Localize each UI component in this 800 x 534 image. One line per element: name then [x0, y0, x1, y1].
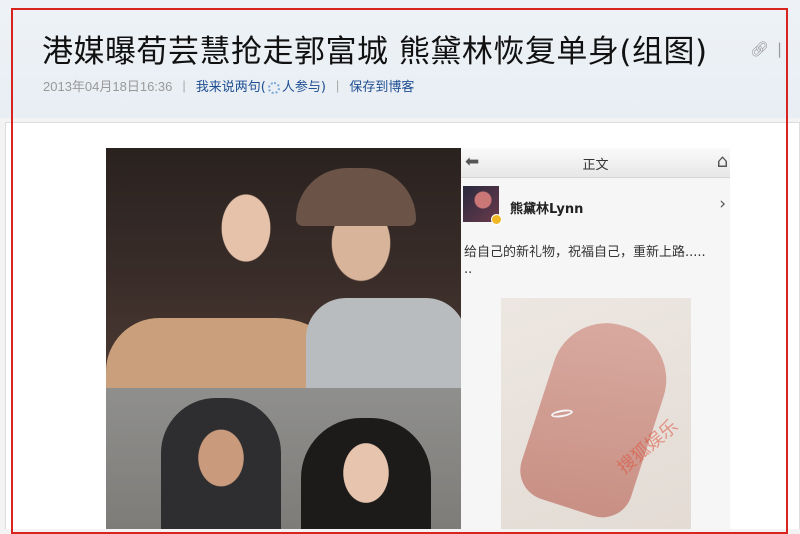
phone-bar-title: 正文 — [582, 158, 609, 173]
ring-photo — [501, 298, 691, 529]
profile-row: 熊黛林Lynn › — [461, 184, 730, 228]
photo-detail — [306, 298, 461, 388]
article-meta: 2013年04月18日16:36 | 我来说两句( 人参与) | 保存到博客 — [43, 76, 414, 95]
meta-separator: | — [335, 78, 340, 93]
chevron-right-icon: › — [719, 194, 726, 214]
photo-detail — [512, 308, 681, 526]
comment-link-prefix: 我来说两句( — [195, 80, 266, 95]
profile-name: 熊黛林Lynn — [510, 202, 584, 217]
article-title: 港媒曝荀芸慧抢走郭富城 熊黛林恢复单身(组图) — [42, 34, 708, 70]
loading-spinner-icon — [267, 81, 280, 94]
photo-couple-bottom — [106, 388, 461, 529]
phone-nav-bar: ⬅︎ 正文 ⌂ — [461, 148, 730, 178]
article-page: 港媒曝荀芸慧抢走郭富城 熊黛林恢复单身(组图) 🔗︎ | 2013年04月18日… — [0, 0, 800, 534]
photo-detail — [301, 418, 431, 529]
save-to-blog-link[interactable]: 保存到博客 — [349, 76, 414, 95]
photo-couple-top — [106, 148, 461, 388]
photo-detail — [161, 398, 281, 529]
link-icon[interactable]: 🔗︎ — [750, 40, 769, 58]
meta-separator: | — [182, 78, 186, 93]
post-text: 给自己的新礼物，祝福自己，重新上路..... — [464, 245, 706, 260]
article-header: 港媒曝荀芸慧抢走郭富城 熊黛林恢复单身(组图) 🔗︎ | 2013年04月18日… — [0, 0, 800, 118]
publish-date: 2013年04月18日16:36 — [43, 79, 173, 94]
weibo-screenshot: ⬅︎ 正文 ⌂ 熊黛林Lynn › 给自己的新礼物，祝福自己，重新上路.....… — [461, 148, 730, 529]
comment-link[interactable]: 我来说两句( 人参与) — [196, 76, 326, 95]
comment-link-suffix: 人参与) — [281, 80, 326, 95]
header-icon-group: 🔗︎ | — [750, 40, 782, 58]
more-icon[interactable]: | — [777, 40, 782, 58]
home-icon: ⌂ — [716, 151, 728, 172]
verified-badge-icon — [491, 214, 502, 225]
photo-detail — [296, 168, 416, 226]
post-text-continued: .. — [464, 262, 473, 277]
